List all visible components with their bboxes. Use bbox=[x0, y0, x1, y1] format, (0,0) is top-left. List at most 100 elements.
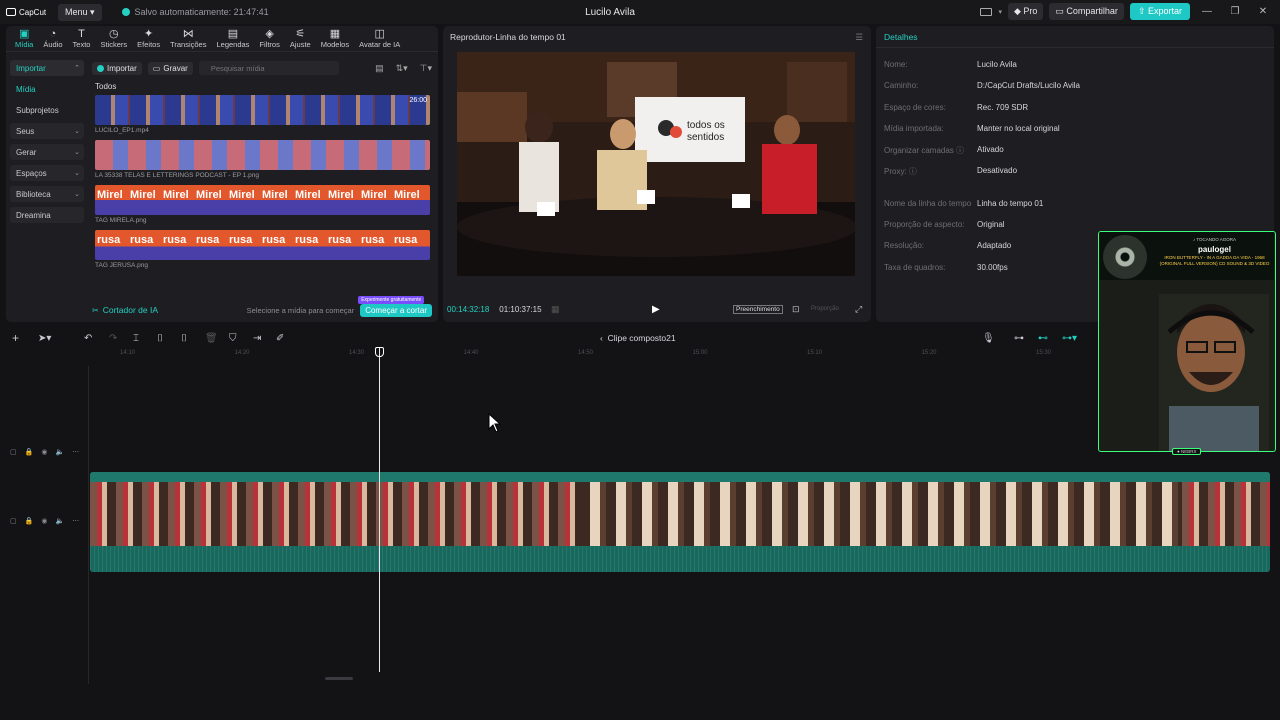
track-toggle-icon[interactable]: ▢ bbox=[10, 517, 17, 525]
eye-icon[interactable]: ◉ bbox=[41, 448, 47, 456]
magnet-icon[interactable]: ⊷ bbox=[1038, 333, 1048, 344]
view-grid-icon[interactable]: ▤ bbox=[375, 63, 384, 74]
marker-icon[interactable]: ⛉ bbox=[229, 333, 237, 344]
ai-cutter-label[interactable]: Cortador de IA bbox=[103, 305, 158, 315]
detail-value: Adaptado bbox=[977, 241, 1012, 251]
compound-clip-title[interactable]: ‹ Clipe composto21 bbox=[600, 333, 676, 343]
ruler-tick: 14:40 bbox=[463, 350, 479, 356]
more-icon[interactable]: ⋯ bbox=[72, 448, 79, 456]
sidebar-item-seus[interactable]: Seus ⌄ bbox=[10, 123, 84, 139]
tab-stickers[interactable]: ◷ Stickers bbox=[95, 26, 132, 51]
tab-legendas[interactable]: ▤ Legendas bbox=[211, 26, 254, 51]
media-toolbar: Importar ▭Gravar ▤ ⇅▾ ⊤▾ bbox=[92, 60, 432, 76]
close-icon[interactable]: ✕ bbox=[1252, 6, 1274, 17]
clip-thumbnail: 26:00 bbox=[95, 95, 430, 125]
tab-transições[interactable]: ⋈ Transições bbox=[165, 26, 211, 51]
chevron-down-icon: ⌄ bbox=[74, 170, 80, 177]
chevron-down-icon: ⌄ bbox=[74, 149, 80, 156]
proportion-button[interactable]: Proporção bbox=[811, 306, 839, 312]
lock-icon[interactable]: 🔒 bbox=[25, 448, 34, 456]
detail-value: Manter no local original bbox=[977, 123, 1060, 133]
eye-icon[interactable]: ◉ bbox=[41, 517, 47, 525]
playhead[interactable] bbox=[379, 348, 380, 672]
tab-mídia[interactable]: ▣ Mídia bbox=[10, 26, 38, 51]
maximize-icon[interactable]: ❐ bbox=[1224, 6, 1246, 17]
media-clip[interactable]: LA 35338 TELAS E LETTERINGS PODCAST - EP… bbox=[95, 140, 430, 179]
share-label: Compartilhar bbox=[1066, 6, 1118, 16]
media-clip[interactable]: 26:00 LUCILO_EP1.mp4 bbox=[95, 95, 430, 134]
record-label: Gravar bbox=[163, 63, 188, 73]
snap-icon[interactable]: ⊶▾ bbox=[1062, 333, 1077, 344]
ruler-tick: 15:10 bbox=[807, 350, 823, 356]
tab-label: Áudio bbox=[43, 40, 63, 49]
tab-label: Modelos bbox=[320, 40, 350, 49]
more-icon[interactable]: ⋯ bbox=[72, 517, 79, 525]
share-button[interactable]: ▭ Compartilhar bbox=[1049, 3, 1124, 20]
undo-icon[interactable]: ↶ bbox=[84, 333, 92, 344]
lock-icon[interactable]: 🔒 bbox=[25, 517, 34, 525]
auto-cut-icon[interactable]: ✐ bbox=[276, 333, 284, 344]
sidebar-item-espacos[interactable]: Espaços ⌄ bbox=[10, 165, 84, 181]
media-clip[interactable]: rusa rusa rusa rusa rusa rusa rusa rusa rusa rusa… bbox=[95, 230, 430, 269]
sidebar-item-midia[interactable]: Mídia bbox=[10, 81, 84, 97]
select-tool-icon[interactable]: ➤▾ bbox=[38, 333, 51, 344]
filter-icon[interactable]: ⊤▾ bbox=[420, 63, 432, 74]
sidebar-item-importar[interactable]: Importar ⌃ bbox=[10, 60, 84, 76]
delete-icon[interactable]: 🗑 bbox=[205, 333, 218, 344]
media-clip[interactable]: Mirel Mirel Mirel Mirel Mirel Mirel Mirel Mirel… bbox=[95, 185, 430, 224]
playhead-handle[interactable] bbox=[375, 347, 384, 357]
screenshot-icon[interactable]: ⊡ bbox=[792, 304, 800, 315]
play-button[interactable]: ▶ bbox=[652, 304, 660, 315]
tab-icon: ▤ bbox=[227, 28, 239, 40]
grid-icon[interactable]: ▦ bbox=[551, 304, 560, 315]
ai-cutter-hint: Selecione a mídia para começar bbox=[246, 305, 355, 315]
track-toggle-icon[interactable]: ▢ bbox=[10, 448, 17, 456]
sidebar-item-subprojetos[interactable]: Subprojetos bbox=[10, 102, 84, 118]
clip-header bbox=[90, 472, 1270, 482]
trim-left-icon[interactable]: ⌷ bbox=[157, 333, 163, 344]
import-button[interactable]: Importar bbox=[92, 61, 142, 75]
tab-avatar-de-ia[interactable]: ◫ Avatar de IA bbox=[354, 26, 405, 51]
trim-right-icon[interactable]: ⌷ bbox=[181, 333, 187, 344]
fullscreen-icon[interactable]: ⤢ bbox=[855, 304, 862, 315]
sidebar-item-biblioteca[interactable]: Biblioteca ⌄ bbox=[10, 186, 84, 202]
search-input[interactable] bbox=[198, 61, 339, 75]
tab-áudio[interactable]: ◔ Áudio bbox=[38, 26, 67, 51]
layout-icon[interactable] bbox=[980, 7, 993, 16]
tab-texto[interactable]: T Texto bbox=[68, 26, 96, 51]
pro-button[interactable]: ◆ Pro bbox=[1007, 3, 1044, 20]
main-video-track[interactable] bbox=[90, 472, 1270, 572]
tab-efeitos[interactable]: ✦ Efeitos bbox=[132, 26, 165, 51]
audio-icon[interactable]: 🔈 bbox=[55, 517, 64, 525]
thumb-text: rusa bbox=[196, 234, 220, 246]
link-icon[interactable]: ⊶ bbox=[1014, 333, 1024, 344]
thumb-text: rusa bbox=[361, 234, 385, 246]
tab-modelos[interactable]: ▦ Modelos bbox=[316, 26, 354, 51]
fill-button[interactable]: Preenchimento bbox=[733, 304, 783, 314]
audio-icon[interactable]: 🔈 bbox=[55, 448, 64, 456]
svg-text:todos os: todos os bbox=[687, 120, 725, 131]
tab-icon: T bbox=[78, 28, 85, 40]
split-icon[interactable]: ⌶ bbox=[133, 333, 139, 344]
start-cutting-button[interactable]: Experimente gratuitamente Começar a corta… bbox=[358, 295, 432, 317]
player-menu-icon[interactable]: ☰ bbox=[855, 32, 863, 43]
menu-button[interactable]: Menu ▾ bbox=[58, 3, 102, 21]
sidebar-item-dreamina[interactable]: Dreamina bbox=[10, 207, 84, 223]
audio-waveform bbox=[90, 546, 1270, 572]
sidebar-item-label: Biblioteca bbox=[16, 189, 51, 199]
video-preview[interactable]: todos os sentidos bbox=[457, 52, 855, 276]
export-button[interactable]: ⇧ Exportar bbox=[1129, 3, 1190, 20]
microphone-icon[interactable]: 🎙 bbox=[982, 333, 995, 344]
timeline-scrollbar[interactable] bbox=[325, 677, 353, 680]
extract-icon[interactable]: ⇥ bbox=[253, 333, 261, 344]
record-button[interactable]: ▭ Gravar bbox=[147, 61, 193, 75]
ruler-tick: 14:50 bbox=[578, 350, 594, 356]
minimize-icon[interactable]: — bbox=[1196, 6, 1218, 17]
layout-chevron-icon[interactable]: ▾ bbox=[998, 8, 1002, 16]
sidebar-item-gerar[interactable]: Gerar ⌄ bbox=[10, 144, 84, 160]
sort-icon[interactable]: ⇅▾ bbox=[396, 63, 408, 74]
add-track-icon[interactable]: + bbox=[12, 331, 19, 345]
tab-ajuste[interactable]: ⚟ Ajuste bbox=[285, 26, 316, 51]
tab-filtros[interactable]: ◈ Filtros bbox=[254, 26, 284, 51]
redo-icon[interactable]: ↷ bbox=[109, 333, 117, 344]
